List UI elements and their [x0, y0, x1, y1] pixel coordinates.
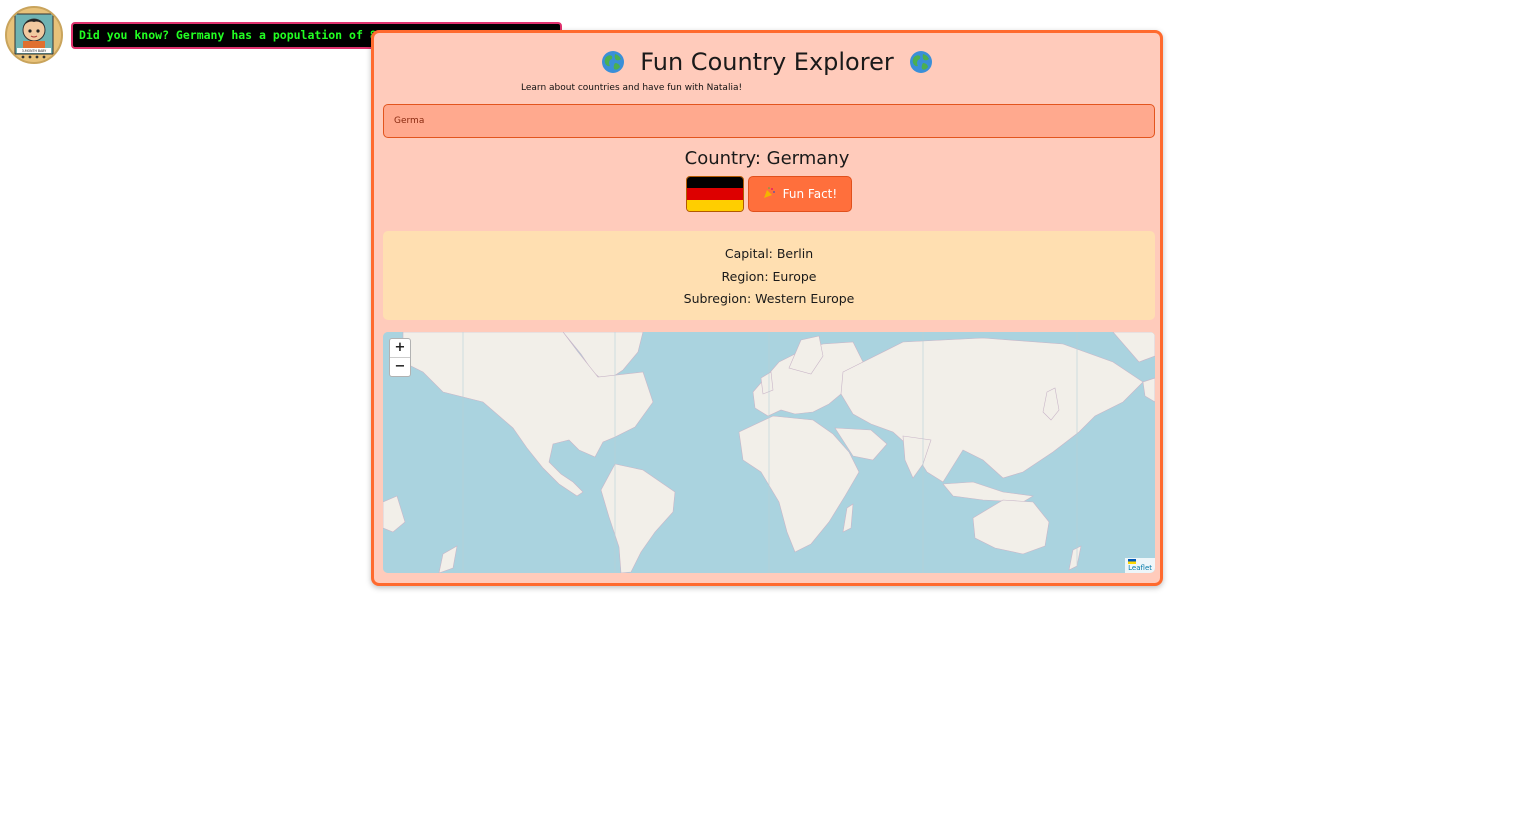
page-title-text: Fun Country Explorer [640, 48, 894, 76]
flag-stripe-black [687, 177, 743, 189]
explorer-card: Fun Country Explorer Learn about countri… [371, 30, 1163, 586]
page-subtitle: Learn about countries and have fun with … [521, 83, 743, 93]
avatar: 3-MONTH BABY [5, 6, 63, 64]
zoom-out-button[interactable]: − [390, 357, 410, 376]
fun-fact-button[interactable]: Fun Fact! [748, 176, 852, 212]
map-zoom-control: + − [389, 338, 411, 377]
globe-icon [601, 51, 624, 73]
leaflet-attribution-link[interactable]: Leaflet [1128, 564, 1152, 572]
flag-stripe-gold [687, 199, 743, 211]
country-heading: Country: Germany [684, 148, 850, 169]
subregion-text: Subregion: Western Europe [683, 291, 855, 306]
capital-text: Capital: Berlin [724, 246, 814, 261]
zoom-in-button[interactable]: + [390, 339, 410, 357]
country-flag [686, 176, 744, 212]
country-info-panel: Capital: Berlin Region: Europe Subregion… [383, 231, 1155, 320]
globe-icon [910, 51, 933, 73]
svg-text:3-MONTH BABY: 3-MONTH BABY [22, 49, 47, 53]
page-title: Fun Country Explorer [374, 46, 1160, 78]
region-text: Region: Europe [721, 268, 817, 284]
baby-avatar-icon: 3-MONTH BABY [14, 13, 54, 59]
party-popper-icon [763, 187, 775, 198]
world-map[interactable]: + − Leaflet [383, 332, 1155, 573]
flag-stripe-red [687, 188, 743, 200]
country-search-input[interactable] [383, 104, 1155, 138]
map-attribution: Leaflet [1125, 558, 1155, 573]
world-map-tiles[interactable] [383, 332, 1155, 573]
fun-fact-button-label: Fun Fact! [782, 187, 838, 201]
